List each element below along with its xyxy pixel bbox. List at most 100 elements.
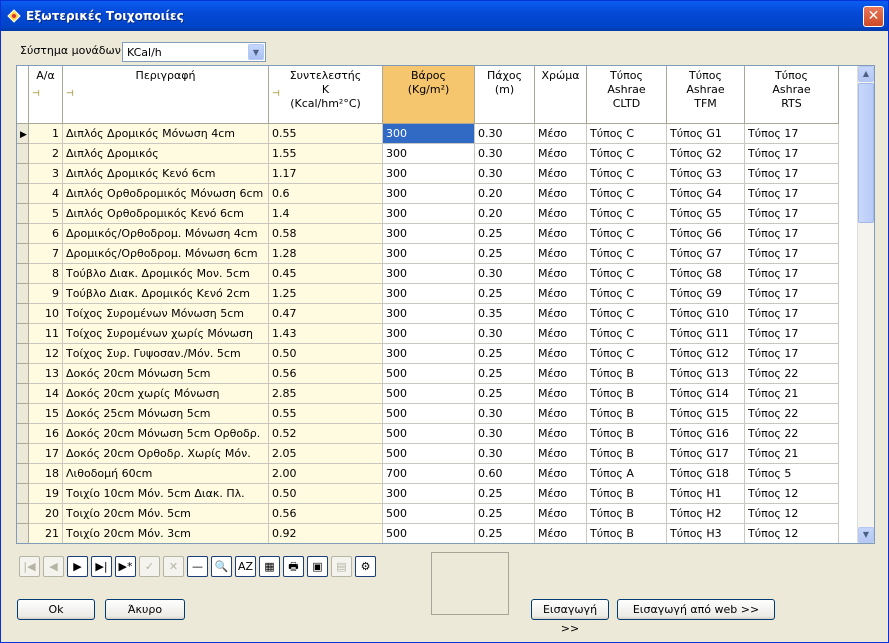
table-cell[interactable]: Τύπος B — [587, 524, 667, 543]
column-header[interactable]: Τύπος Ashrae CLTD — [587, 66, 667, 124]
table-cell[interactable]: 0.25 — [475, 244, 535, 264]
table-cell[interactable]: Τύπος C — [587, 344, 667, 364]
table-row[interactable]: 2 Διπλός Δρομικός 1.55 300 0.30 Μέσο Τύπος C Τύ… — [17, 144, 839, 164]
table-cell[interactable]: 1.43 — [269, 324, 383, 344]
table-cell[interactable]: Μέσο — [535, 384, 587, 404]
table-cell[interactable]: 10 — [29, 304, 63, 324]
import-button[interactable]: Εισαγωγή >> — [531, 599, 609, 635]
table-cell[interactable]: Τύπος G8 — [667, 264, 745, 284]
pin-icon[interactable]: ⊣ — [66, 87, 74, 101]
table-cell[interactable]: Δοκός 20cm χωρίς Μόνωση — [63, 384, 269, 404]
table-cell[interactable]: 500 — [383, 364, 475, 384]
cancel-edit-button[interactable]: ✕ — [163, 556, 184, 577]
table-cell[interactable]: 0.30 — [475, 164, 535, 184]
table-row[interactable]: 14 Δοκός 20cm χωρίς Μόνωση 2.85 500 0.25 Μέσο… — [17, 384, 839, 404]
export-button[interactable]: ▣ — [307, 556, 328, 577]
table-cell[interactable]: Μέσο — [535, 244, 587, 264]
column-header[interactable]: Α/α ⊣ — [29, 66, 63, 124]
table-cell[interactable]: 0.47 — [269, 304, 383, 324]
table-cell[interactable]: Δοκός 20cm Μόνωση 5cm Ορθοδρ. — [63, 424, 269, 444]
table-cell[interactable]: 0.60 — [475, 464, 535, 484]
row-indicator[interactable] — [17, 504, 29, 524]
table-cell[interactable]: Μέσο — [535, 204, 587, 224]
table-cell[interactable]: Τύπος 22 — [745, 404, 839, 424]
table-cell[interactable]: Τύπος B — [587, 444, 667, 464]
row-indicator[interactable] — [17, 224, 29, 244]
table-cell[interactable]: Μέσο — [535, 144, 587, 164]
table-cell[interactable]: 0.6 — [269, 184, 383, 204]
table-cell[interactable]: Μέσο — [535, 164, 587, 184]
table-cell[interactable]: Τύπος C — [587, 124, 667, 144]
row-indicator[interactable] — [17, 324, 29, 344]
table-cell[interactable]: 300 — [383, 344, 475, 364]
scroll-thumb[interactable] — [858, 83, 874, 223]
table-cell[interactable]: 0.25 — [475, 524, 535, 543]
table-cell[interactable]: Τύπος G12 — [667, 344, 745, 364]
table-cell[interactable]: Τύπος 17 — [745, 224, 839, 244]
table-cell[interactable]: Τύπος 22 — [745, 424, 839, 444]
table-cell[interactable]: Μέσο — [535, 224, 587, 244]
table-row[interactable]: 16 Δοκός 20cm Μόνωση 5cm Ορθοδρ. 0.52 500 0.… — [17, 424, 839, 444]
table-row[interactable]: 4 Διπλός Ορθοδρομικός Μόνωση 6cm 0.6 300 0.2… — [17, 184, 839, 204]
table-cell[interactable]: Μέσο — [535, 504, 587, 524]
table-cell[interactable]: Τύπος C — [587, 244, 667, 264]
table-row[interactable]: 15 Δοκός 25cm Μόνωση 5cm 0.55 500 0.30 Μέσο Τύ… — [17, 404, 839, 424]
table-cell[interactable]: Τύπος C — [587, 324, 667, 344]
row-indicator[interactable] — [17, 284, 29, 304]
scroll-up-button[interactable]: ▲ — [858, 66, 874, 82]
table-cell[interactable]: 0.25 — [475, 224, 535, 244]
table-cell[interactable]: Τύπος C — [587, 224, 667, 244]
table-row[interactable]: 17 Δοκός 20cm Ορθοδρ. Χωρίς Μόν. 2.05 500 0.… — [17, 444, 839, 464]
row-indicator[interactable] — [17, 464, 29, 484]
table-cell[interactable]: Τύπος B — [587, 364, 667, 384]
table-cell[interactable]: Τύπος C — [587, 204, 667, 224]
row-indicator[interactable] — [17, 184, 29, 204]
table-cell[interactable]: Τύπος G9 — [667, 284, 745, 304]
table-cell[interactable]: Μέσο — [535, 124, 587, 144]
table-cell[interactable]: 300 — [383, 324, 475, 344]
table-cell[interactable]: Τύπος 17 — [745, 244, 839, 264]
table-cell[interactable]: Τύπος G15 — [667, 404, 745, 424]
table-cell[interactable]: Μέσο — [535, 484, 587, 504]
clear-button[interactable]: ▤ — [331, 556, 352, 577]
row-indicator[interactable] — [17, 244, 29, 264]
table-cell[interactable]: Τύπος G1 — [667, 124, 745, 144]
table-row[interactable]: 7 Δρομικός/Ορθοδρομ. Μόνωση 6cm 1.28 300 0.2… — [17, 244, 839, 264]
table-cell[interactable]: Τύπος 17 — [745, 344, 839, 364]
table-cell[interactable]: 3 — [29, 164, 63, 184]
find-button[interactable]: 🔍 — [211, 556, 232, 577]
table-row[interactable]: 19 Τοιχίο 10cm Μόν. 5cm Διακ. Πλ. 0.50 300 0… — [17, 484, 839, 504]
sort-button[interactable]: AZ — [235, 556, 256, 577]
table-row[interactable]: 20 Τοιχίο 20cm Μόν. 5cm 0.56 500 0.25 Μέσο Τύπ… — [17, 504, 839, 524]
table-cell[interactable]: Μέσο — [535, 444, 587, 464]
table-cell[interactable]: Τύπος G6 — [667, 224, 745, 244]
table-cell[interactable]: Τύπος 17 — [745, 264, 839, 284]
table-cell[interactable]: Μέσο — [535, 324, 587, 344]
table-cell[interactable]: 0.25 — [475, 504, 535, 524]
row-indicator[interactable] — [17, 424, 29, 444]
table-cell[interactable]: Τύπος B — [587, 424, 667, 444]
table-cell[interactable]: 4 — [29, 184, 63, 204]
scroll-down-button[interactable]: ▼ — [858, 527, 874, 543]
ok-button[interactable]: Ok — [17, 599, 95, 620]
row-indicator[interactable] — [17, 484, 29, 504]
column-header[interactable]: Βάρος (Kg/m²) — [383, 66, 475, 124]
table-cell[interactable]: Τοίχος Συρομένων χωρίς Μόνωση — [63, 324, 269, 344]
table-cell[interactable]: Μέσο — [535, 344, 587, 364]
table-cell[interactable]: 300 — [383, 304, 475, 324]
table-cell[interactable]: 0.25 — [475, 284, 535, 304]
table-cell[interactable]: 0.30 — [475, 424, 535, 444]
table-cell[interactable]: 0.52 — [269, 424, 383, 444]
table-cell[interactable]: 19 — [29, 484, 63, 504]
table-cell[interactable]: 2.85 — [269, 384, 383, 404]
table-cell[interactable]: Τύπος 12 — [745, 484, 839, 504]
table-cell[interactable]: Τοίχος Συρομένων Μόνωση 5cm — [63, 304, 269, 324]
column-header[interactable]: Τύπος Ashrae RTS — [745, 66, 839, 124]
table-cell[interactable]: 0.92 — [269, 524, 383, 543]
column-header[interactable]: Συντελεστής K (Kcal/hm²°C) ⊣ — [269, 66, 383, 124]
table-cell[interactable]: Τύπος 17 — [745, 184, 839, 204]
row-indicator[interactable] — [17, 364, 29, 384]
table-cell[interactable]: 0.30 — [475, 404, 535, 424]
table-cell[interactable]: Τύπος 17 — [745, 144, 839, 164]
table-cell[interactable]: Μέσο — [535, 364, 587, 384]
